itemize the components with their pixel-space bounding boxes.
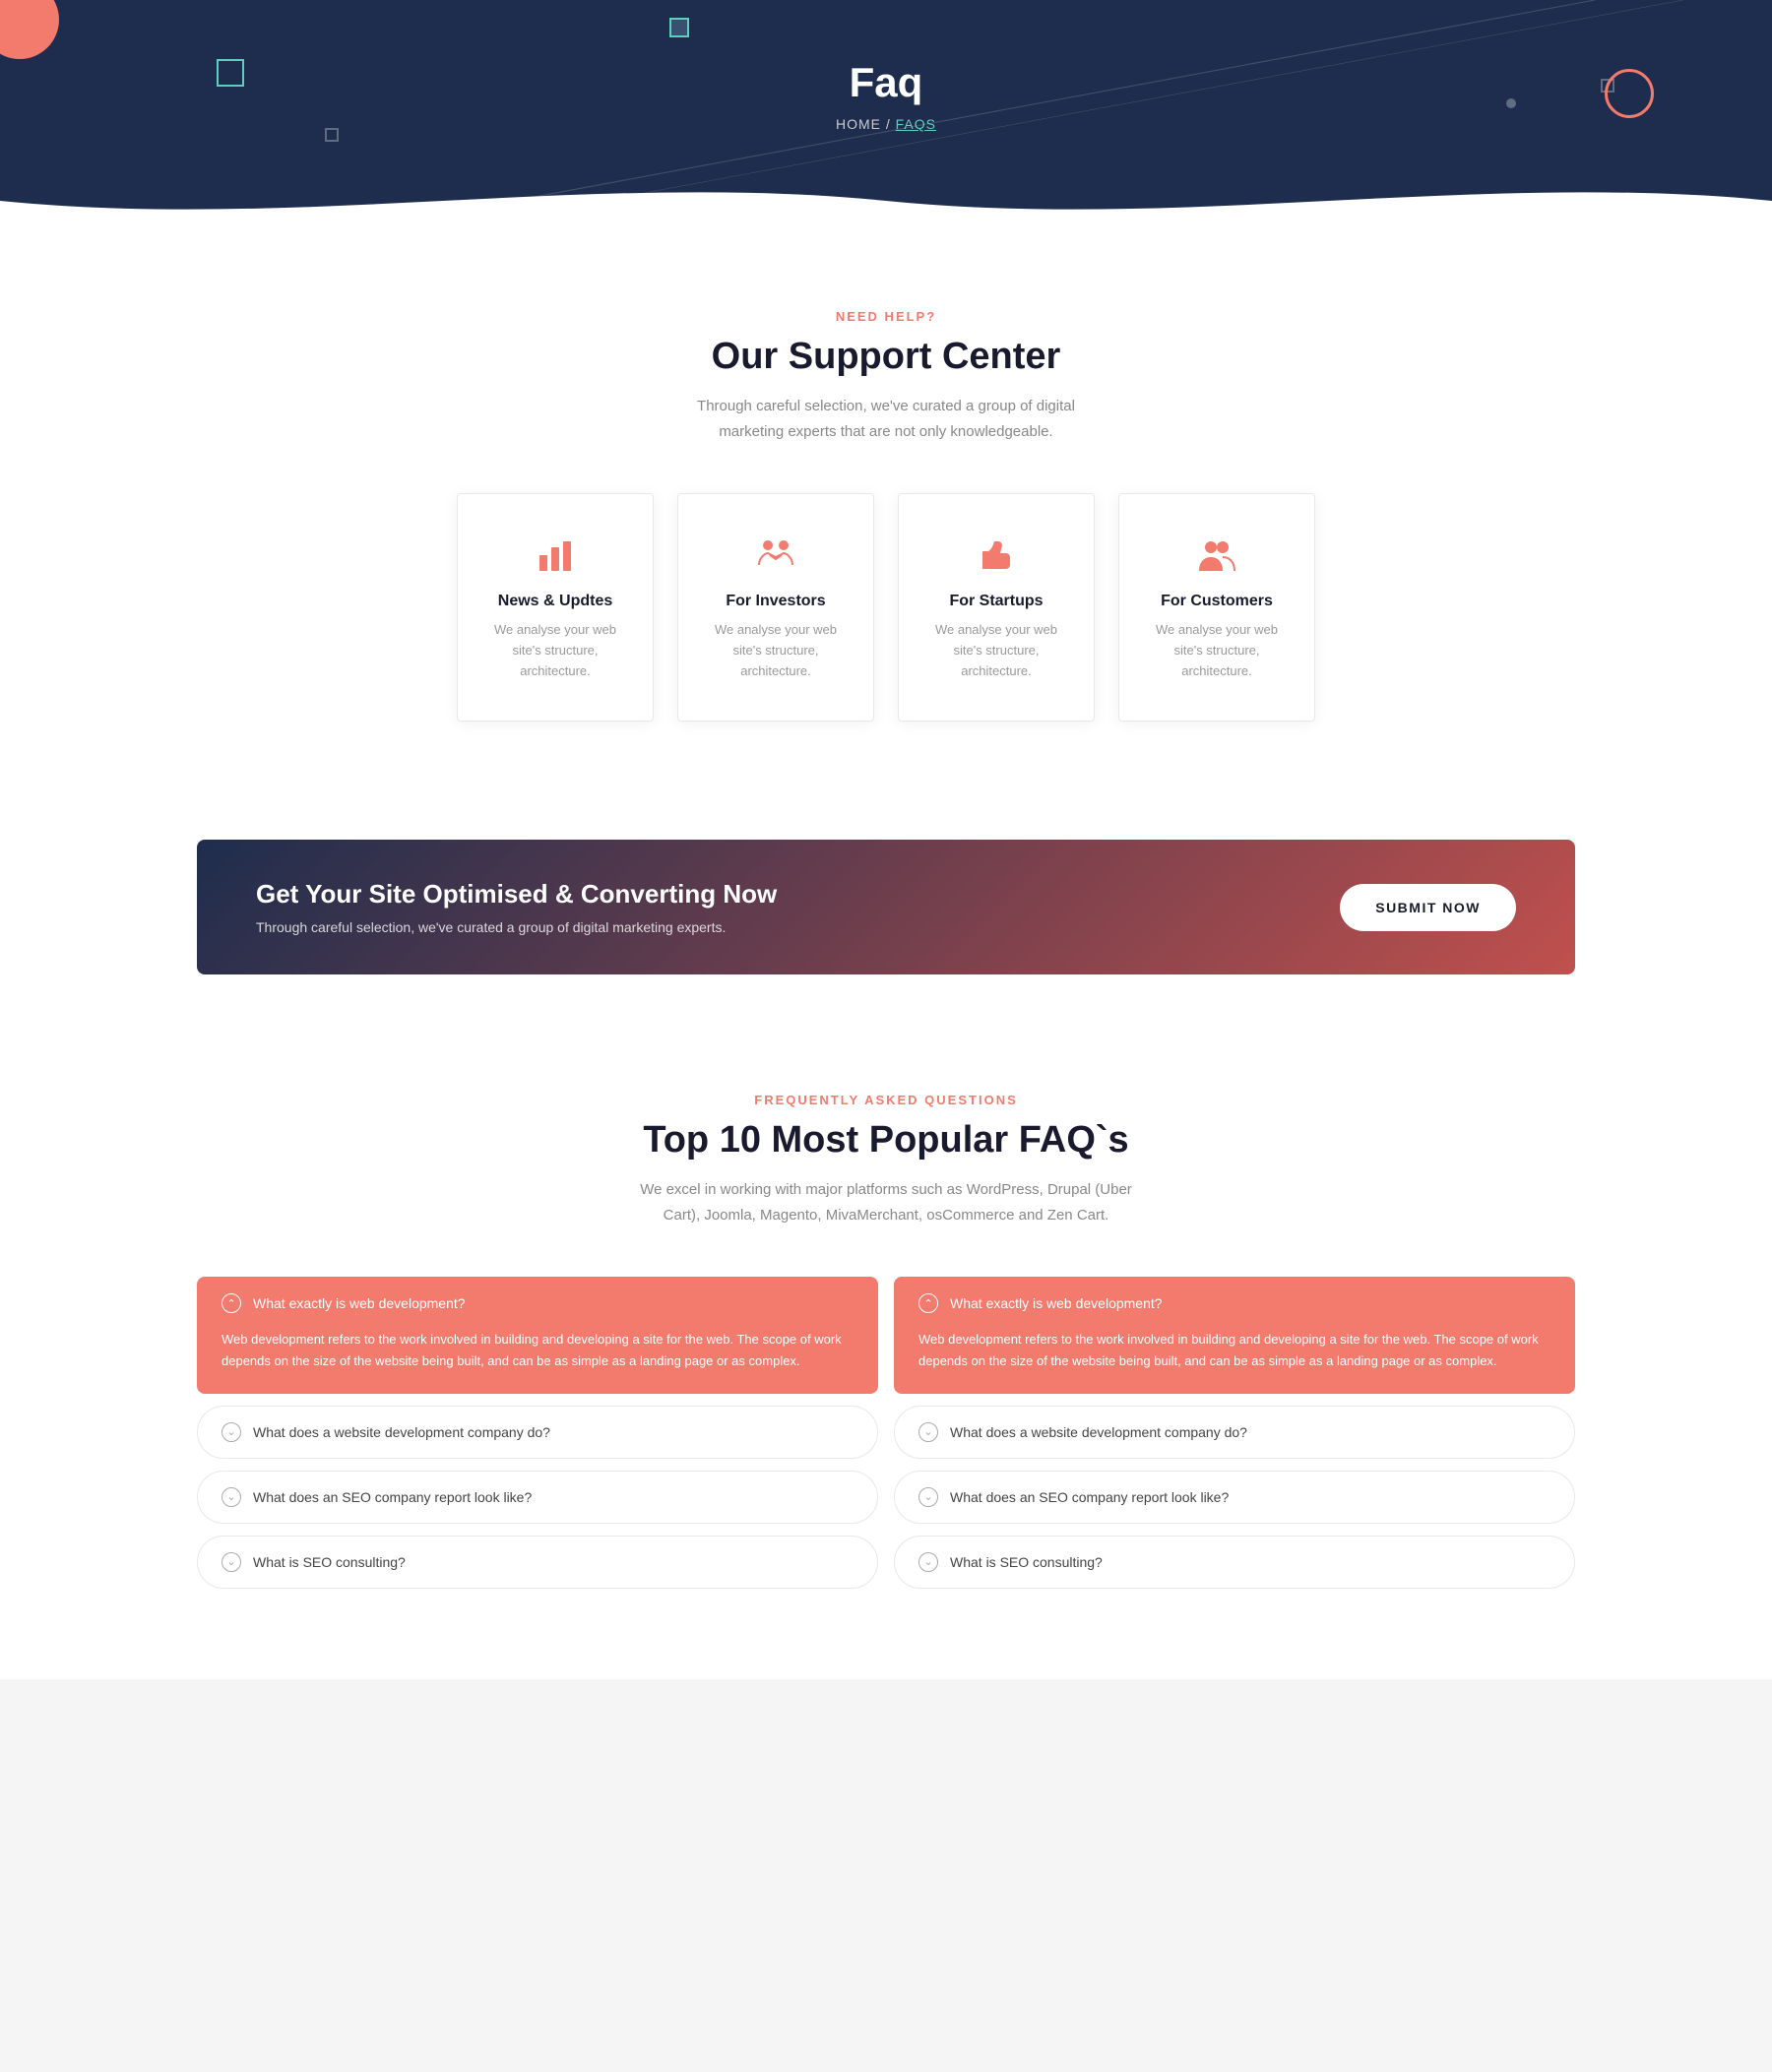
faq-left-question-3: What does an SEO company report look lik…	[253, 1489, 532, 1505]
card-news-title: News & Updtes	[487, 593, 623, 610]
faq-toggle-right-1: ⌃	[918, 1293, 938, 1313]
hero-wave	[0, 171, 1772, 230]
thumbsup-icon	[975, 534, 1018, 577]
faq-left-answer-1: Web development refers to the work invol…	[198, 1329, 877, 1392]
card-investors-desc: We analyse your web site's structure, ar…	[708, 620, 844, 681]
cta-description: Through careful selection, we've curated…	[256, 919, 1340, 935]
faq-left-item-3: ⌄ What does an SEO company report look l…	[197, 1471, 878, 1524]
faq-section: FREQUENTLY ASKED QUESTIONS Top 10 Most P…	[0, 1034, 1772, 1678]
submit-now-button[interactable]: SUBMIT NOW	[1340, 884, 1516, 931]
support-description: Through careful selection, we've curated…	[689, 394, 1083, 444]
faq-right-item-3: ⌄ What does an SEO company report look l…	[894, 1471, 1575, 1524]
card-customers: For Customers We analyse your web site's…	[1118, 493, 1315, 722]
faq-left-header-3[interactable]: ⌄ What does an SEO company report look l…	[198, 1472, 877, 1523]
faq-left-item-4: ⌄ What is SEO consulting?	[197, 1536, 878, 1589]
faq-right-item-2: ⌄ What does a website development compan…	[894, 1406, 1575, 1459]
faq-left-item-1: ⌃ What exactly is web development? Web d…	[197, 1277, 878, 1393]
faq-column-right: ⌃ What exactly is web development? Web d…	[894, 1277, 1575, 1600]
faq-toggle-left-1: ⌃	[222, 1293, 241, 1313]
handshake-icon	[754, 534, 797, 577]
faq-right-question-4: What is SEO consulting?	[950, 1554, 1103, 1570]
faq-description: We excel in working with major platforms…	[640, 1177, 1132, 1227]
main-content: NEED HELP? Our Support Center Through ca…	[0, 230, 1772, 1679]
faq-column-left: ⌃ What exactly is web development? Web d…	[197, 1277, 878, 1600]
faq-left-header-2[interactable]: ⌄ What does a website development compan…	[198, 1407, 877, 1458]
faq-right-header-4[interactable]: ⌄ What is SEO consulting?	[895, 1537, 1574, 1588]
faq-right-question-1: What exactly is web development?	[950, 1295, 1163, 1311]
faq-grid: ⌃ What exactly is web development? Web d…	[197, 1277, 1575, 1600]
faq-left-item-2: ⌄ What does a website development compan…	[197, 1406, 878, 1459]
card-startups-title: For Startups	[928, 593, 1064, 610]
card-investors: For Investors We analyse your web site's…	[677, 493, 874, 722]
breadcrumb-separator: /	[881, 116, 896, 132]
faq-toggle-left-3: ⌄	[222, 1487, 241, 1507]
card-news-desc: We analyse your web site's structure, ar…	[487, 620, 623, 681]
faq-toggle-right-2: ⌄	[918, 1422, 938, 1442]
decor-circle-outline	[1605, 69, 1654, 118]
bar-chart-icon	[534, 534, 577, 577]
faq-left-question-1: What exactly is web development?	[253, 1295, 466, 1311]
decor-square-teal	[217, 59, 244, 87]
hero-section: Faq HOME / FAQS	[0, 0, 1772, 230]
faq-right-header-3[interactable]: ⌄ What does an SEO company report look l…	[895, 1472, 1574, 1523]
decor-square-dark	[669, 18, 689, 37]
decor-dot	[1506, 98, 1516, 108]
card-customers-title: For Customers	[1149, 593, 1285, 610]
faq-right-header-1[interactable]: ⌃ What exactly is web development?	[895, 1278, 1574, 1329]
card-customers-desc: We analyse your web site's structure, ar…	[1149, 620, 1285, 681]
faq-right-answer-1: Web development refers to the work invol…	[895, 1329, 1574, 1392]
card-news: News & Updtes We analyse your web site's…	[457, 493, 654, 722]
hero-title: Faq	[20, 59, 1752, 106]
support-title: Our Support Center	[197, 336, 1575, 378]
faq-right-header-2[interactable]: ⌄ What does a website development compan…	[895, 1407, 1574, 1458]
faq-toggle-right-4: ⌄	[918, 1552, 938, 1572]
faq-left-question-2: What does a website development company …	[253, 1424, 550, 1440]
cta-banner: Get Your Site Optimised & Converting Now…	[197, 840, 1575, 974]
faq-left-question-4: What is SEO consulting?	[253, 1554, 406, 1570]
faq-toggle-left-2: ⌄	[222, 1422, 241, 1442]
breadcrumb-current: FAQS	[896, 116, 936, 132]
card-startups: For Startups We analyse your web site's …	[898, 493, 1095, 722]
card-startups-desc: We analyse your web site's structure, ar…	[928, 620, 1064, 681]
cta-title: Get Your Site Optimised & Converting Now	[256, 879, 1340, 910]
faq-tag: FREQUENTLY ASKED QUESTIONS	[197, 1093, 1575, 1107]
faq-toggle-right-3: ⌄	[918, 1487, 938, 1507]
faq-right-question-2: What does a website development company …	[950, 1424, 1247, 1440]
support-tag: NEED HELP?	[197, 309, 1575, 324]
hero-breadcrumb: HOME / FAQS	[20, 116, 1752, 132]
decor-square-sm	[325, 128, 339, 142]
faq-toggle-left-4: ⌄	[222, 1552, 241, 1572]
faq-title: Top 10 Most Popular FAQ`s	[197, 1119, 1575, 1162]
faq-left-header-1[interactable]: ⌃ What exactly is web development?	[198, 1278, 877, 1329]
faq-right-item-4: ⌄ What is SEO consulting?	[894, 1536, 1575, 1589]
decor-circle-pink	[0, 0, 59, 59]
cta-text-block: Get Your Site Optimised & Converting Now…	[256, 879, 1340, 935]
faq-right-item-1: ⌃ What exactly is web development? Web d…	[894, 1277, 1575, 1393]
faq-right-question-3: What does an SEO company report look lik…	[950, 1489, 1229, 1505]
faq-left-header-4[interactable]: ⌄ What is SEO consulting?	[198, 1537, 877, 1588]
breadcrumb-home[interactable]: HOME	[836, 116, 881, 132]
support-section: NEED HELP? Our Support Center Through ca…	[0, 230, 1772, 781]
card-investors-title: For Investors	[708, 593, 844, 610]
users-icon	[1195, 534, 1238, 577]
support-cards: News & Updtes We analyse your web site's…	[197, 493, 1575, 722]
